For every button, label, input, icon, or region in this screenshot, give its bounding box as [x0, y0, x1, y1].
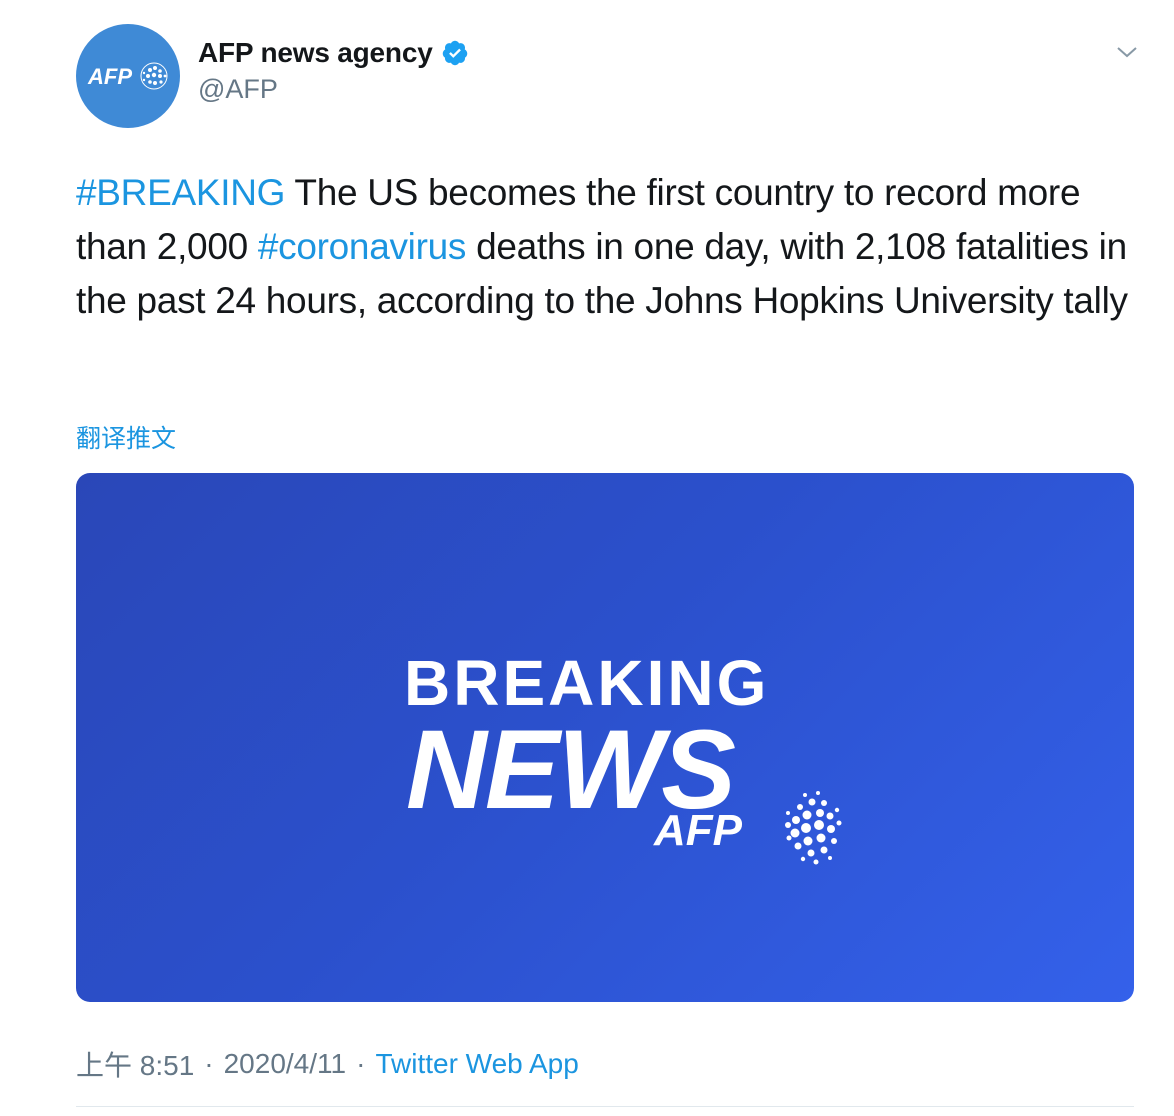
verified-badge-icon — [442, 40, 467, 66]
divider — [76, 1106, 1134, 1107]
tweet-meta: 上午 8:51 · 2020/4/11 · Twitter Web App — [76, 1044, 579, 1084]
tweet-time[interactable]: 上午 8:51 — [76, 1044, 194, 1084]
avatar-logo-text: AFP — [87, 64, 132, 89]
separator: · — [204, 1048, 214, 1079]
display-name[interactable]: AFP news agency — [198, 37, 433, 69]
afp-globe-icon — [785, 791, 842, 865]
tweet-date[interactable]: 2020/4/11 — [224, 1048, 347, 1080]
tweet-text: #BREAKING The US becomes the first count… — [76, 166, 1136, 328]
separator: · — [356, 1048, 366, 1079]
avatar[interactable]: AFP — [76, 24, 180, 128]
user-handle[interactable]: @AFP — [198, 74, 469, 105]
media-image[interactable]: BREAKING NEWS AFP — [76, 473, 1134, 1002]
tweet-source-link[interactable]: Twitter Web App — [375, 1048, 578, 1080]
hashtag-coronavirus[interactable]: #coronavirus — [258, 226, 467, 267]
breaking-news-graphic: BREAKING NEWS AFP — [404, 647, 842, 865]
afp-logo-icon: AFP — [87, 62, 168, 90]
tweet-card: AFP AFP news agency @AFP #BREAKING The U… — [0, 0, 1174, 1116]
name-row: AFP news agency — [198, 36, 469, 70]
chevron-down-icon[interactable] — [1114, 42, 1140, 62]
translate-tweet-link[interactable]: 翻译推文 — [76, 419, 176, 455]
author-info[interactable]: AFP news agency @AFP — [198, 36, 469, 105]
media-brand: AFP — [653, 806, 743, 855]
hashtag-breaking[interactable]: #BREAKING — [76, 172, 285, 213]
